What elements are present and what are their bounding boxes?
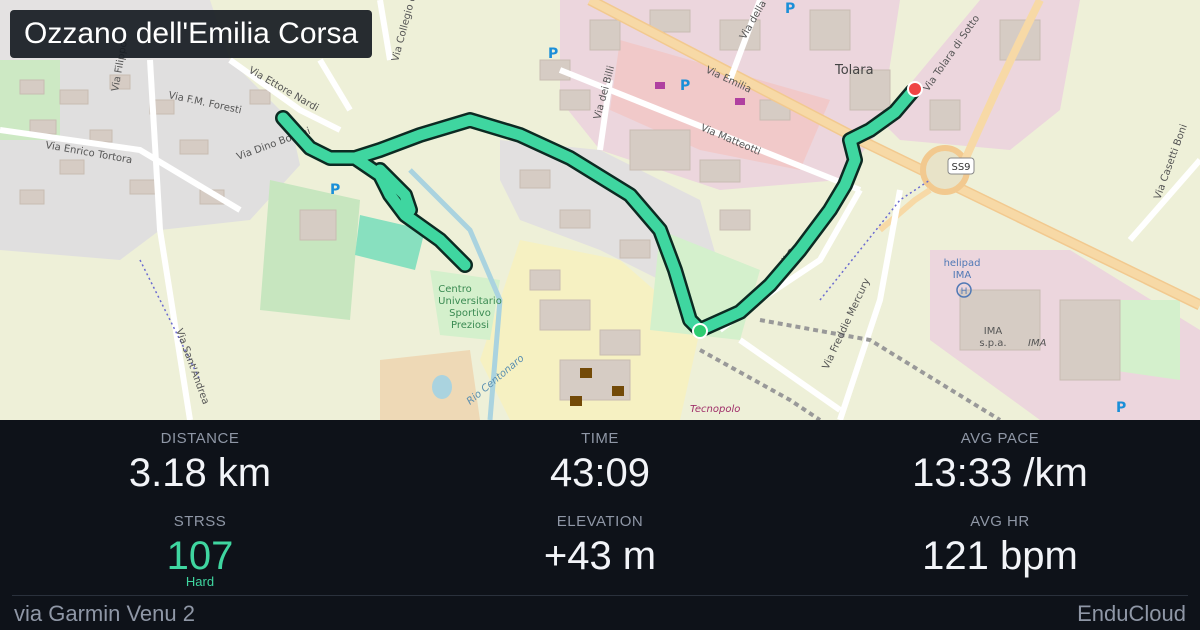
stat-value: 13:33 /km	[912, 451, 1088, 495]
stat-stress: STRSS 107 Hard	[0, 513, 400, 588]
stat-label: STRSS	[173, 513, 227, 530]
stat-avg-pace: AVG PACE 13:33 /km	[800, 430, 1200, 496]
label-tolara: Tolara	[834, 63, 874, 78]
stats-panel: DISTANCE 3.18 km TIME 43:09 AVG PACE 13:…	[0, 420, 1200, 630]
label-centro-3: Sportivo	[449, 308, 491, 319]
label-ima-1: IMA	[984, 326, 1003, 337]
parking-icon: P	[680, 78, 690, 94]
label-ima-italic: IMA	[1028, 338, 1047, 349]
label-centro-4: Preziosi	[451, 320, 489, 331]
svg-text:H: H	[961, 287, 968, 297]
parking-icon: P	[1116, 400, 1126, 416]
start-marker[interactable]	[692, 323, 708, 339]
label-helipad: helipad	[944, 258, 981, 269]
label-ima-2: s.p.a.	[979, 338, 1006, 349]
device-label: via Garmin Venu 2	[14, 601, 195, 626]
route-map[interactable]: Via Emilia Via Matteotti Tolara Via Tola…	[0, 0, 1200, 420]
label-centro-1: Centro	[438, 284, 471, 295]
end-marker[interactable]	[907, 81, 923, 97]
parking-icon: P	[330, 182, 340, 198]
stat-value: 43:09	[549, 451, 651, 495]
stat-value: 3.18 km	[128, 451, 272, 495]
stat-value: 107	[166, 534, 234, 578]
stat-distance: DISTANCE 3.18 km	[0, 430, 400, 496]
stat-value: +43 m	[543, 534, 657, 578]
museum-icon	[570, 396, 582, 406]
map-canvas: Via Emilia Via Matteotti Tolara Via Tola…	[0, 0, 1200, 420]
stat-time: TIME 43:09	[400, 430, 800, 496]
stat-label: ELEVATION	[556, 513, 644, 530]
stat-label: AVG HR	[970, 513, 1030, 530]
label-tecnopolo: Tecnopolo	[690, 404, 740, 415]
stat-value: 121 bpm	[922, 534, 1078, 578]
stat-label: TIME	[581, 430, 619, 447]
activity-title: Ozzano dell'Emilia Corsa	[10, 10, 373, 58]
stress-level-badge: Hard	[185, 574, 215, 589]
footer-divider	[12, 595, 1188, 596]
shop-icon	[735, 98, 745, 105]
stat-elevation: ELEVATION +43 m	[400, 513, 800, 579]
stat-label: DISTANCE	[160, 430, 240, 447]
label-ima-heli: IMA	[953, 270, 972, 281]
stat-avg-hr: AVG HR 121 bpm	[800, 513, 1200, 579]
parking-icon: P	[548, 46, 558, 62]
stat-label: AVG PACE	[960, 430, 1040, 447]
shop-icon	[655, 82, 665, 89]
library-icon	[612, 386, 624, 396]
brand-label[interactable]: EnduCloud	[1077, 600, 1186, 628]
label-centro-2: Universitario	[438, 296, 502, 307]
museum-icon	[580, 368, 592, 378]
parking-icon: P	[785, 1, 795, 17]
label-ss9: SS9	[951, 162, 970, 173]
